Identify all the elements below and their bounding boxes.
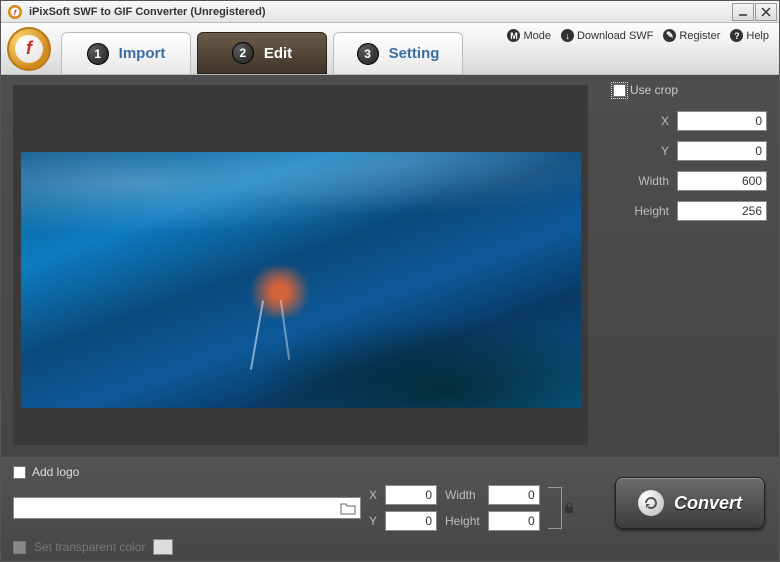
toolbar: f 1 Import 2 Edit 3 Setting MMode ↓Downl… (1, 23, 779, 75)
logo-panel: Add logo X Width Y Height Set (1, 457, 779, 561)
crop-x-input[interactable] (677, 111, 767, 131)
mode-icon: M (507, 29, 520, 42)
app-logo: f (7, 27, 51, 71)
register-label: Register (679, 30, 720, 42)
logo-y-input[interactable] (385, 511, 437, 531)
help-label: Help (746, 30, 769, 42)
preview-image (21, 152, 581, 408)
browse-icon[interactable] (340, 501, 356, 515)
minimize-button[interactable] (732, 3, 754, 21)
use-crop-checkbox[interactable] (613, 84, 626, 97)
tab-number-icon: 3 (357, 43, 379, 65)
crop-width-input[interactable] (677, 171, 767, 191)
logo-width-label: Width (445, 488, 480, 502)
tab-setting[interactable]: 3 Setting (333, 32, 463, 74)
tab-import[interactable]: 1 Import (61, 32, 191, 74)
use-crop-label: Use crop (630, 83, 678, 97)
title-bar: f iPixSoft SWF to GIF Converter (Unregis… (1, 1, 779, 23)
app-icon: f (7, 4, 23, 20)
help-link[interactable]: ?Help (730, 29, 769, 42)
register-icon: ✎ (663, 29, 676, 42)
crop-width-label: Width (638, 174, 669, 188)
add-logo-checkbox[interactable] (13, 466, 26, 479)
logo-x-input[interactable] (385, 485, 437, 505)
crop-y-label: Y (661, 144, 669, 158)
crop-panel: Use crop X Y Width Height (601, 75, 779, 457)
tab-label: Setting (389, 45, 440, 62)
crop-height-label: Height (634, 204, 669, 218)
app-window: f iPixSoft SWF to GIF Converter (Unregis… (0, 0, 780, 562)
mode-label: Mode (523, 30, 551, 42)
convert-icon (638, 490, 664, 516)
help-icon: ? (730, 29, 743, 42)
transparent-color-swatch[interactable] (153, 539, 173, 555)
tab-label: Edit (264, 45, 292, 62)
mode-link[interactable]: MMode (507, 29, 551, 42)
main-panel: Use crop X Y Width Height (1, 75, 779, 457)
preview-area (1, 75, 601, 457)
add-logo-label: Add logo (32, 465, 79, 479)
logo-x-label: X (369, 488, 377, 502)
transparent-color-label: Set transparent color (34, 540, 145, 554)
download-swf-link[interactable]: ↓Download SWF (561, 29, 653, 42)
convert-label: Convert (674, 493, 742, 514)
crop-height-input[interactable] (677, 201, 767, 221)
logo-height-input[interactable] (488, 511, 540, 531)
tab-edit[interactable]: 2 Edit (197, 32, 327, 74)
download-icon: ↓ (561, 29, 574, 42)
window-title: iPixSoft SWF to GIF Converter (Unregiste… (29, 6, 732, 18)
lock-icon[interactable] (564, 502, 574, 514)
convert-button[interactable]: Convert (615, 477, 765, 529)
logo-width-input[interactable] (488, 485, 540, 505)
register-link[interactable]: ✎Register (663, 29, 720, 42)
tab-number-icon: 2 (232, 42, 254, 64)
logo-path-input[interactable] (13, 497, 361, 519)
crop-x-label: X (661, 114, 669, 128)
close-button[interactable] (755, 3, 777, 21)
transparent-color-checkbox[interactable] (13, 541, 26, 554)
crop-y-input[interactable] (677, 141, 767, 161)
link-bracket-icon (548, 487, 562, 529)
tab-number-icon: 1 (87, 43, 109, 65)
preview-canvas (13, 85, 588, 445)
download-label: Download SWF (577, 30, 653, 42)
logo-y-label: Y (369, 514, 377, 528)
logo-height-label: Height (445, 514, 480, 528)
tab-label: Import (119, 45, 166, 62)
